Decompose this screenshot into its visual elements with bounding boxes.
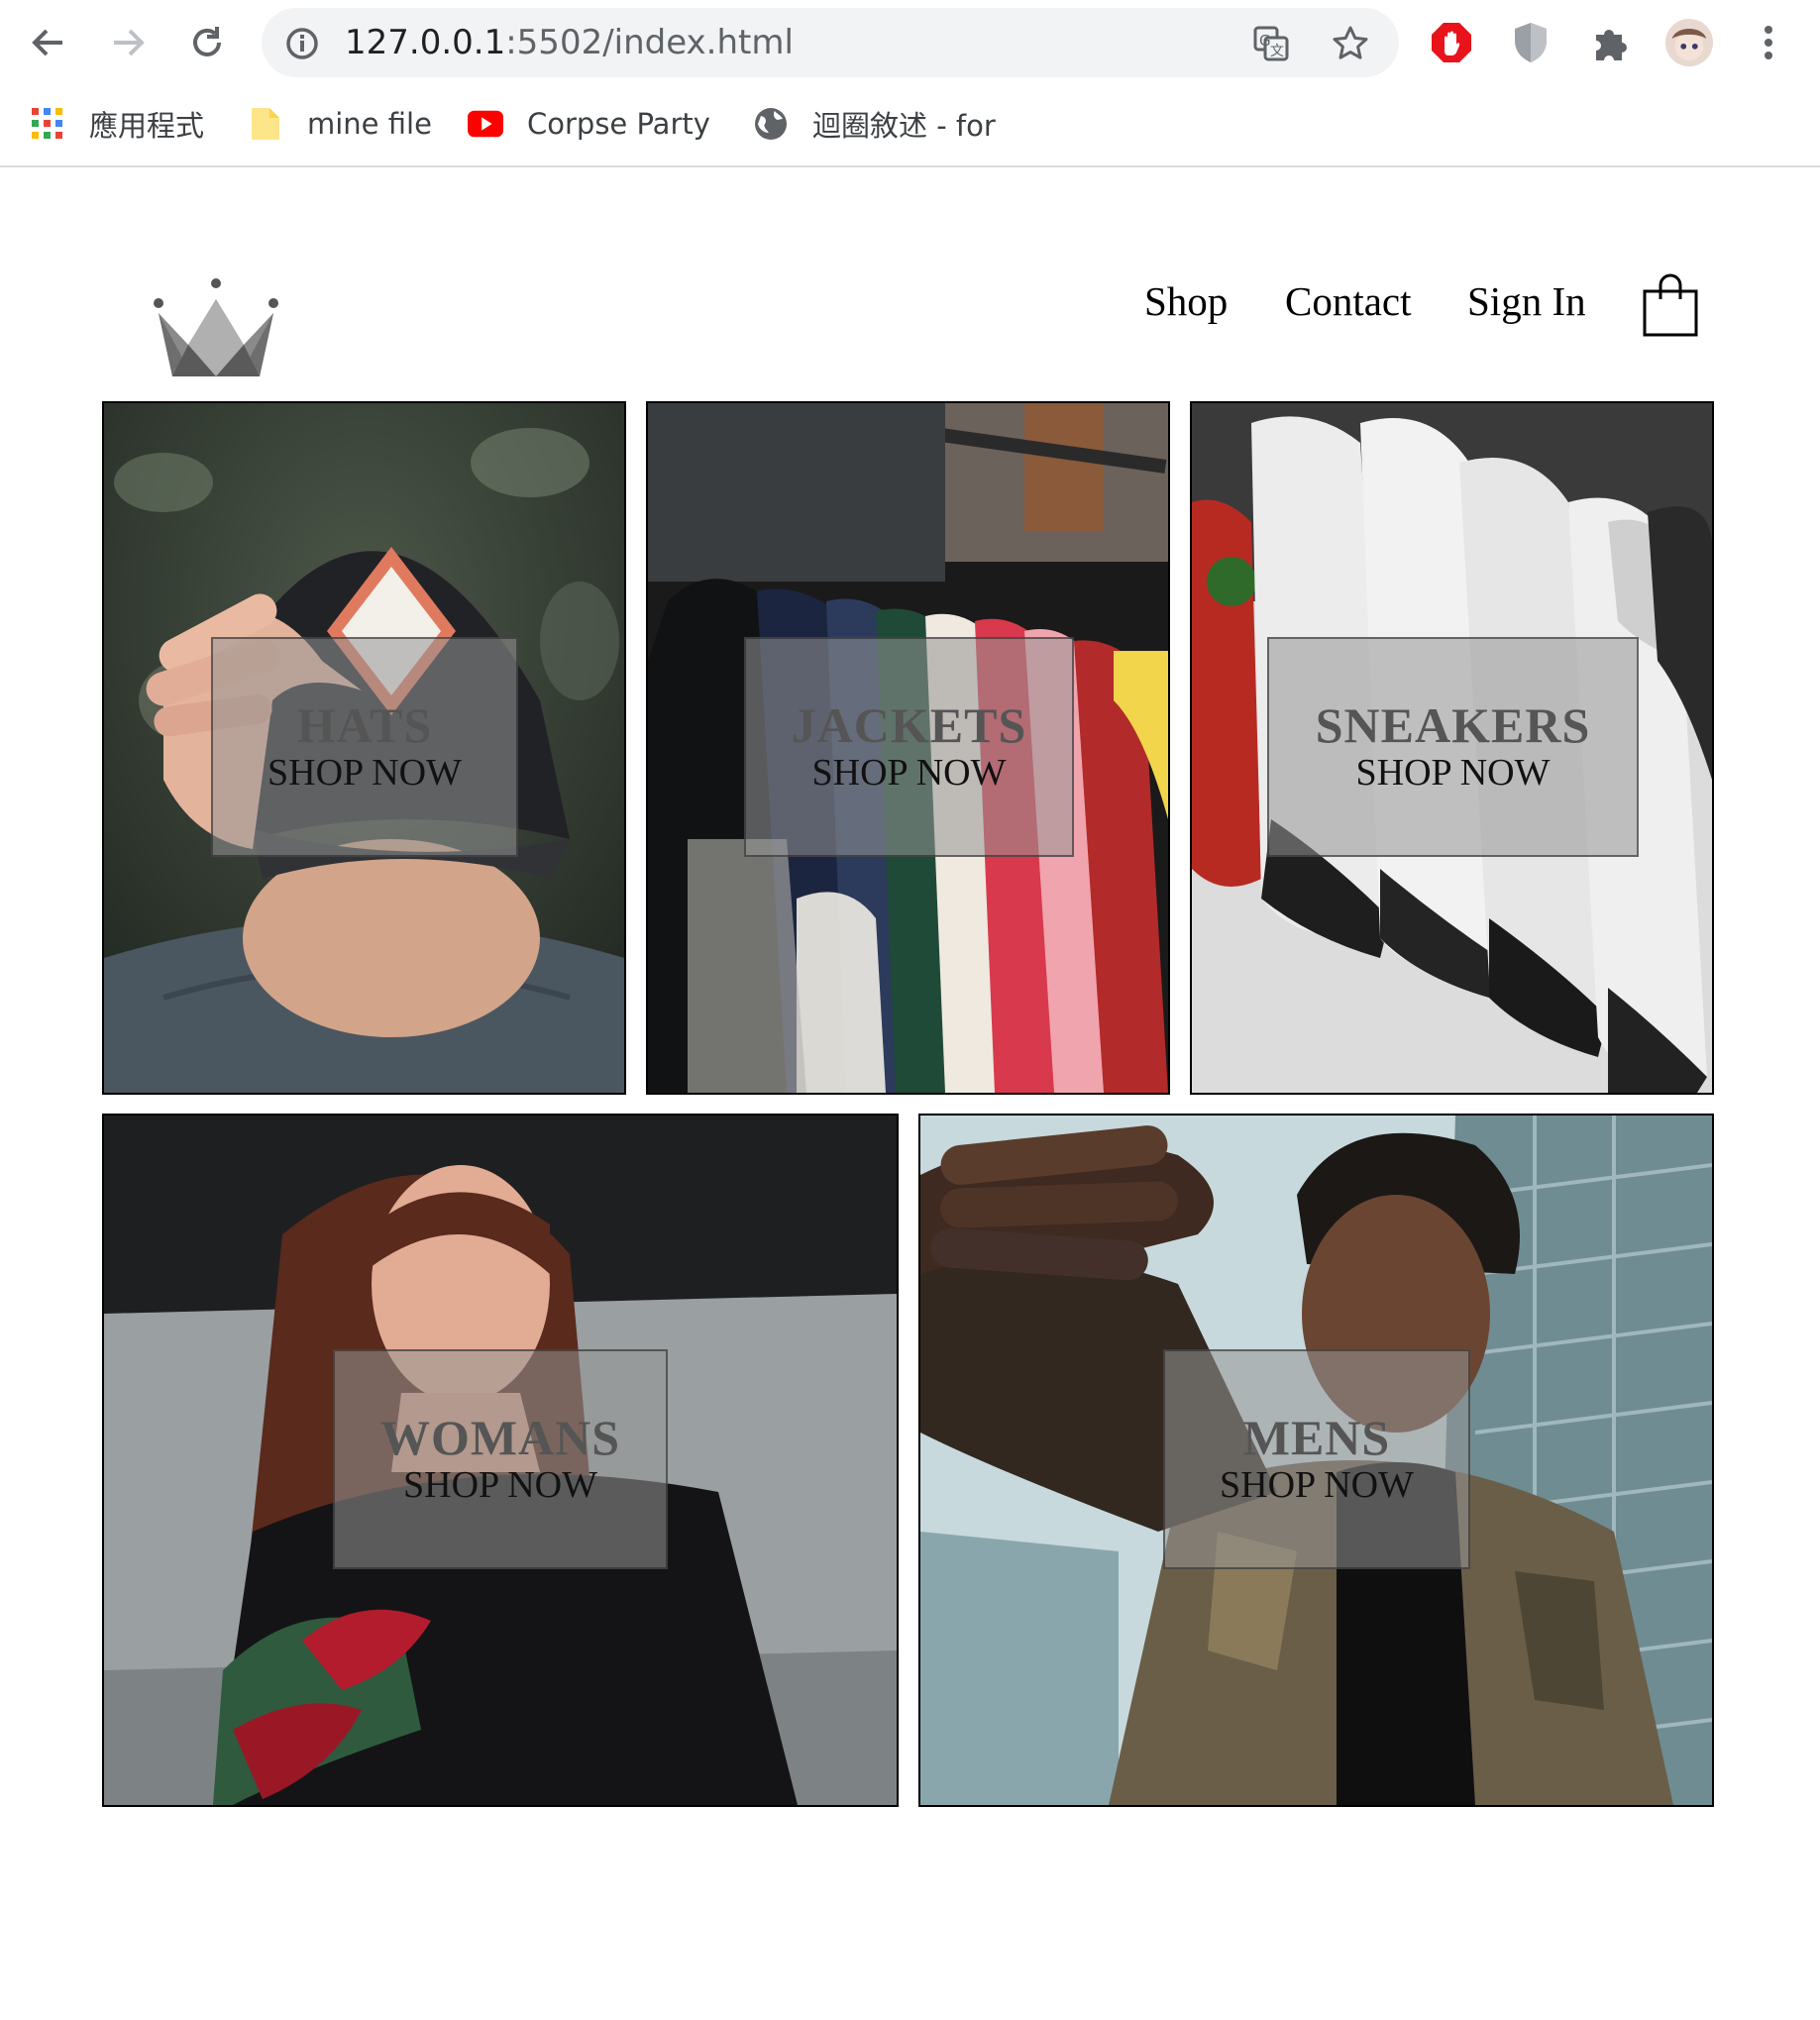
collection-title: MENS [1242, 1410, 1391, 1465]
collection-tile-jackets[interactable]: JACKETS SHOP NOW [646, 401, 1170, 1095]
bookmark-corpse-party[interactable]: Corpse Party [468, 99, 710, 149]
bookmark-star-icon [1333, 26, 1368, 59]
shield-icon [1515, 23, 1547, 62]
puzzle-icon [1596, 30, 1627, 60]
bookmark-apps[interactable]: 應用程式 [30, 99, 204, 149]
adblock-icon [1432, 23, 1471, 62]
sneakers-caption: SNEAKERS SHOP NOW [1267, 637, 1639, 857]
youtube-icon [468, 106, 503, 142]
hats-caption: HATS SHOP NOW [211, 637, 518, 857]
collection-tile-womans[interactable]: WOMANS SHOP NOW [102, 1114, 899, 1807]
globe-icon [753, 106, 789, 142]
nav-shop-link[interactable]: Shop [1144, 277, 1228, 325]
address-bar[interactable]: 127.0.0.1:5502/index.html G文 [262, 8, 1399, 77]
browser-menu-button[interactable] [1744, 18, 1793, 67]
bookmark-label: Corpse Party [527, 107, 710, 141]
nav-sign-in-link[interactable]: Sign In [1467, 277, 1586, 325]
nav-contact-link[interactable]: Contact [1285, 277, 1412, 325]
collection-title: HATS [296, 697, 433, 753]
arrow-right-icon [114, 29, 145, 56]
site-info-icon [286, 28, 318, 59]
apps-grid-icon [30, 106, 65, 142]
bookmark-label: mine file [307, 107, 432, 141]
avatar [1664, 18, 1714, 67]
collection-tile-mens[interactable]: MENS SHOP NOW [918, 1114, 1714, 1807]
back-button[interactable] [24, 18, 73, 67]
svg-text:文: 文 [1270, 44, 1284, 59]
womans-caption: WOMANS SHOP NOW [333, 1349, 668, 1569]
bookmarks-bar: 應用程式 mine file Corpse Party 迴圈敘述 - for [0, 99, 1820, 149]
folder-icon [248, 106, 283, 142]
bookmark-label: 迴圈敘述 - for [812, 109, 996, 143]
mens-caption: MENS SHOP NOW [1163, 1349, 1470, 1569]
shop-now-link[interactable]: SHOP NOW [1356, 751, 1551, 795]
bookmark-label: 應用程式 [89, 109, 205, 143]
collection-tile-hats[interactable]: HATS SHOP NOW [102, 401, 626, 1095]
translate-icon: G文 [1253, 26, 1289, 61]
reload-icon [193, 27, 221, 56]
shop-now-link[interactable]: SHOP NOW [1220, 1463, 1414, 1507]
bookmark-for-loop[interactable]: 迴圈敘述 - for [753, 99, 996, 149]
browser-chrome: 127.0.0.1:5502/index.html G文 應用程式 mine f… [0, 0, 1820, 167]
url-host: 127.0.0.1 [345, 23, 506, 62]
reload-button[interactable] [182, 18, 232, 67]
more-vertical-icon [1765, 26, 1772, 59]
collection-title: JACKETS [791, 697, 1027, 753]
collection-title: WOMANS [379, 1410, 621, 1465]
collection-tile-sneakers[interactable]: SNEAKERS SHOP NOW [1190, 401, 1714, 1095]
svg-text:G: G [1259, 32, 1271, 50]
arrow-left-icon [32, 29, 62, 56]
forward-button[interactable] [103, 18, 153, 67]
url-path: :5502/index.html [505, 23, 794, 62]
shop-now-link[interactable]: SHOP NOW [812, 751, 1007, 795]
crown-logo[interactable] [149, 269, 283, 380]
shop-now-link[interactable]: SHOP NOW [403, 1463, 597, 1507]
shop-now-link[interactable]: SHOP NOW [268, 751, 462, 795]
jackets-caption: JACKETS SHOP NOW [744, 637, 1074, 857]
shield-extension-button[interactable] [1506, 18, 1555, 67]
profile-button[interactable] [1664, 18, 1714, 67]
adblock-extension-button[interactable] [1427, 18, 1476, 67]
url-text[interactable]: 127.0.0.1:5502/index.html [345, 8, 794, 77]
bookmark-mine-file[interactable]: mine file [248, 99, 432, 149]
collection-title: SNEAKERS [1315, 697, 1591, 753]
shopping-bag-icon[interactable] [1643, 273, 1698, 337]
extensions-button[interactable] [1585, 18, 1635, 67]
